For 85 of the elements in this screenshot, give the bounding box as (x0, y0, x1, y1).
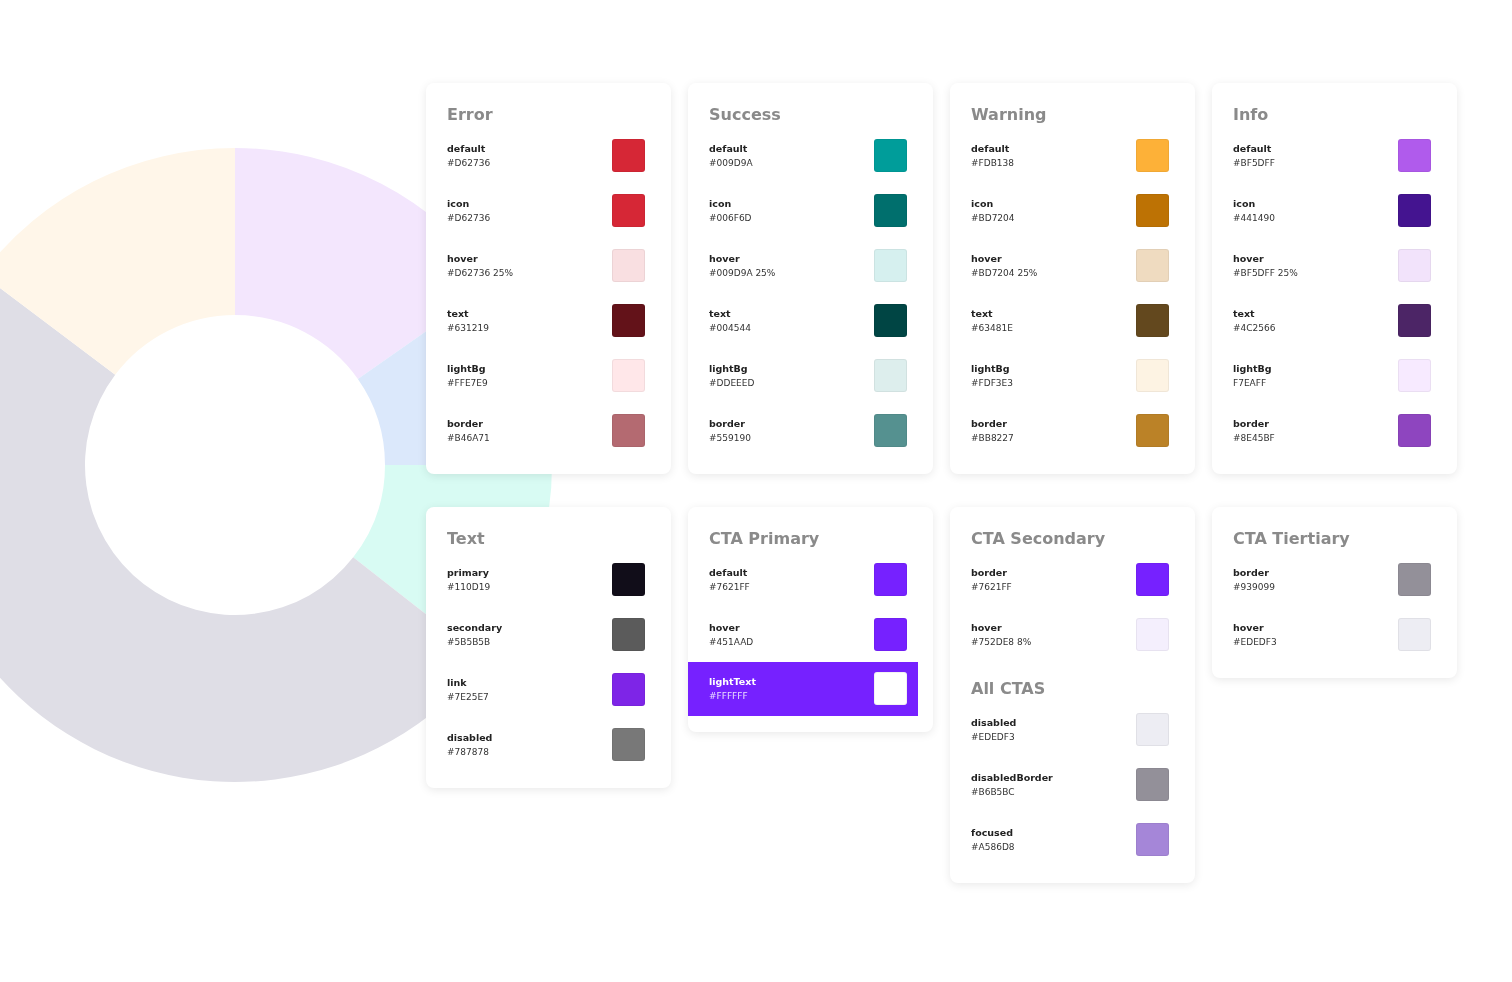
hex-value: #004544 (709, 321, 751, 334)
token-name: hover (709, 252, 741, 265)
hex-value: #B6B5BC (971, 785, 1016, 798)
hex-value: #7621FF (971, 580, 1012, 593)
card-title: CTA Primary (709, 528, 821, 550)
token-name: icon (971, 197, 995, 210)
hex-value: #5B5B5B (447, 635, 492, 648)
hex-value: #D62736 (447, 211, 491, 224)
hex-value: #BD7204 25% (971, 266, 1038, 279)
hex-value: #B46A71 (447, 431, 490, 444)
token-name: default (971, 142, 1011, 155)
token-name: primary (447, 566, 490, 579)
token-name: text (1233, 307, 1256, 320)
token-name: icon (1233, 197, 1257, 210)
token-name: default (447, 142, 487, 155)
hex-value: #D62736 (447, 156, 491, 169)
hex-value: #451AAD (709, 635, 754, 648)
token-name: lightBg (447, 362, 487, 375)
token-name: border (971, 417, 1008, 430)
token-name: hover (447, 252, 479, 265)
hex-value: #FFFFFF (709, 689, 749, 702)
hex-value: #110D19 (447, 580, 491, 593)
token-name: disabledBorder (971, 771, 1053, 784)
token-name: focused (971, 826, 1014, 839)
token-name: border (1233, 417, 1270, 430)
token-name: lightText (709, 675, 756, 688)
token-name: lightBg (709, 362, 749, 375)
token-name: hover (709, 621, 741, 634)
hex-value: #7E25E7 (447, 690, 489, 703)
token-name: icon (709, 197, 733, 210)
token-name: hover (1233, 621, 1265, 634)
hex-value: #939099 (1233, 580, 1275, 593)
hex-value: #7621FF (709, 580, 750, 593)
hex-value: #BB8227 (971, 431, 1014, 444)
hex-value: #559190 (709, 431, 751, 444)
hex-value: F7EAFF (1233, 376, 1268, 389)
hex-value: #FDB138 (971, 156, 1014, 169)
card-title: Text (447, 528, 486, 550)
token-name: border (971, 566, 1008, 579)
card-title: Success (709, 104, 782, 126)
hex-value: #BD7204 (971, 211, 1015, 224)
hex-value: #BF5DFF 25% (1233, 266, 1298, 279)
hex-value: #FFE7E9 (447, 376, 488, 389)
token-name: default (709, 142, 749, 155)
card-title: All CTAS (971, 678, 1047, 700)
token-name: disabled (447, 731, 493, 744)
card-title: CTA Secondary (971, 528, 1107, 550)
hex-value: #441490 (1233, 211, 1275, 224)
hex-value: #EDEDF3 (971, 730, 1016, 743)
hex-value: #BF5DFF (1233, 156, 1275, 169)
token-name: text (447, 307, 470, 320)
token-name: hover (971, 621, 1003, 634)
token-name: icon (447, 197, 471, 210)
token-name: border (1233, 566, 1270, 579)
hex-value: #787878 (447, 745, 490, 758)
token-name: lightBg (971, 362, 1011, 375)
hex-value: #A586D8 (971, 840, 1015, 853)
token-name: lightBg (1233, 362, 1272, 375)
token-name: text (971, 307, 994, 320)
hex-value: #8E45BF (1233, 431, 1275, 444)
card-title: Info (1233, 104, 1270, 126)
hex-value: #752DE8 8% (971, 635, 1032, 648)
token-name: hover (971, 252, 1003, 265)
hex-value: #63481E (971, 321, 1013, 334)
hex-value: #EDEDF3 (1233, 635, 1277, 648)
token-name: border (447, 417, 484, 430)
token-name: link (447, 676, 468, 689)
card-title: Error (447, 104, 494, 126)
card-title: CTA Tiertiary (1233, 528, 1351, 550)
token-name: text (709, 307, 732, 320)
hex-value: #006F6D (709, 211, 752, 224)
token-name: default (709, 566, 749, 579)
hex-value: #009D9A (709, 156, 753, 169)
card-title: Warning (971, 104, 1048, 126)
token-name: hover (1233, 252, 1265, 265)
hex-value: #4C2566 (1233, 321, 1276, 334)
hex-value: #D62736 25% (447, 266, 513, 279)
token-name: border (709, 417, 746, 430)
token-name: disabled (971, 716, 1017, 729)
token-name: default (1233, 142, 1273, 155)
hex-value: #DDEEED (709, 376, 755, 389)
hex-value: #631219 (447, 321, 489, 334)
token-name: secondary (447, 621, 503, 634)
hex-value: #FDF3E3 (971, 376, 1013, 389)
hex-value: #009D9A 25% (709, 266, 776, 279)
